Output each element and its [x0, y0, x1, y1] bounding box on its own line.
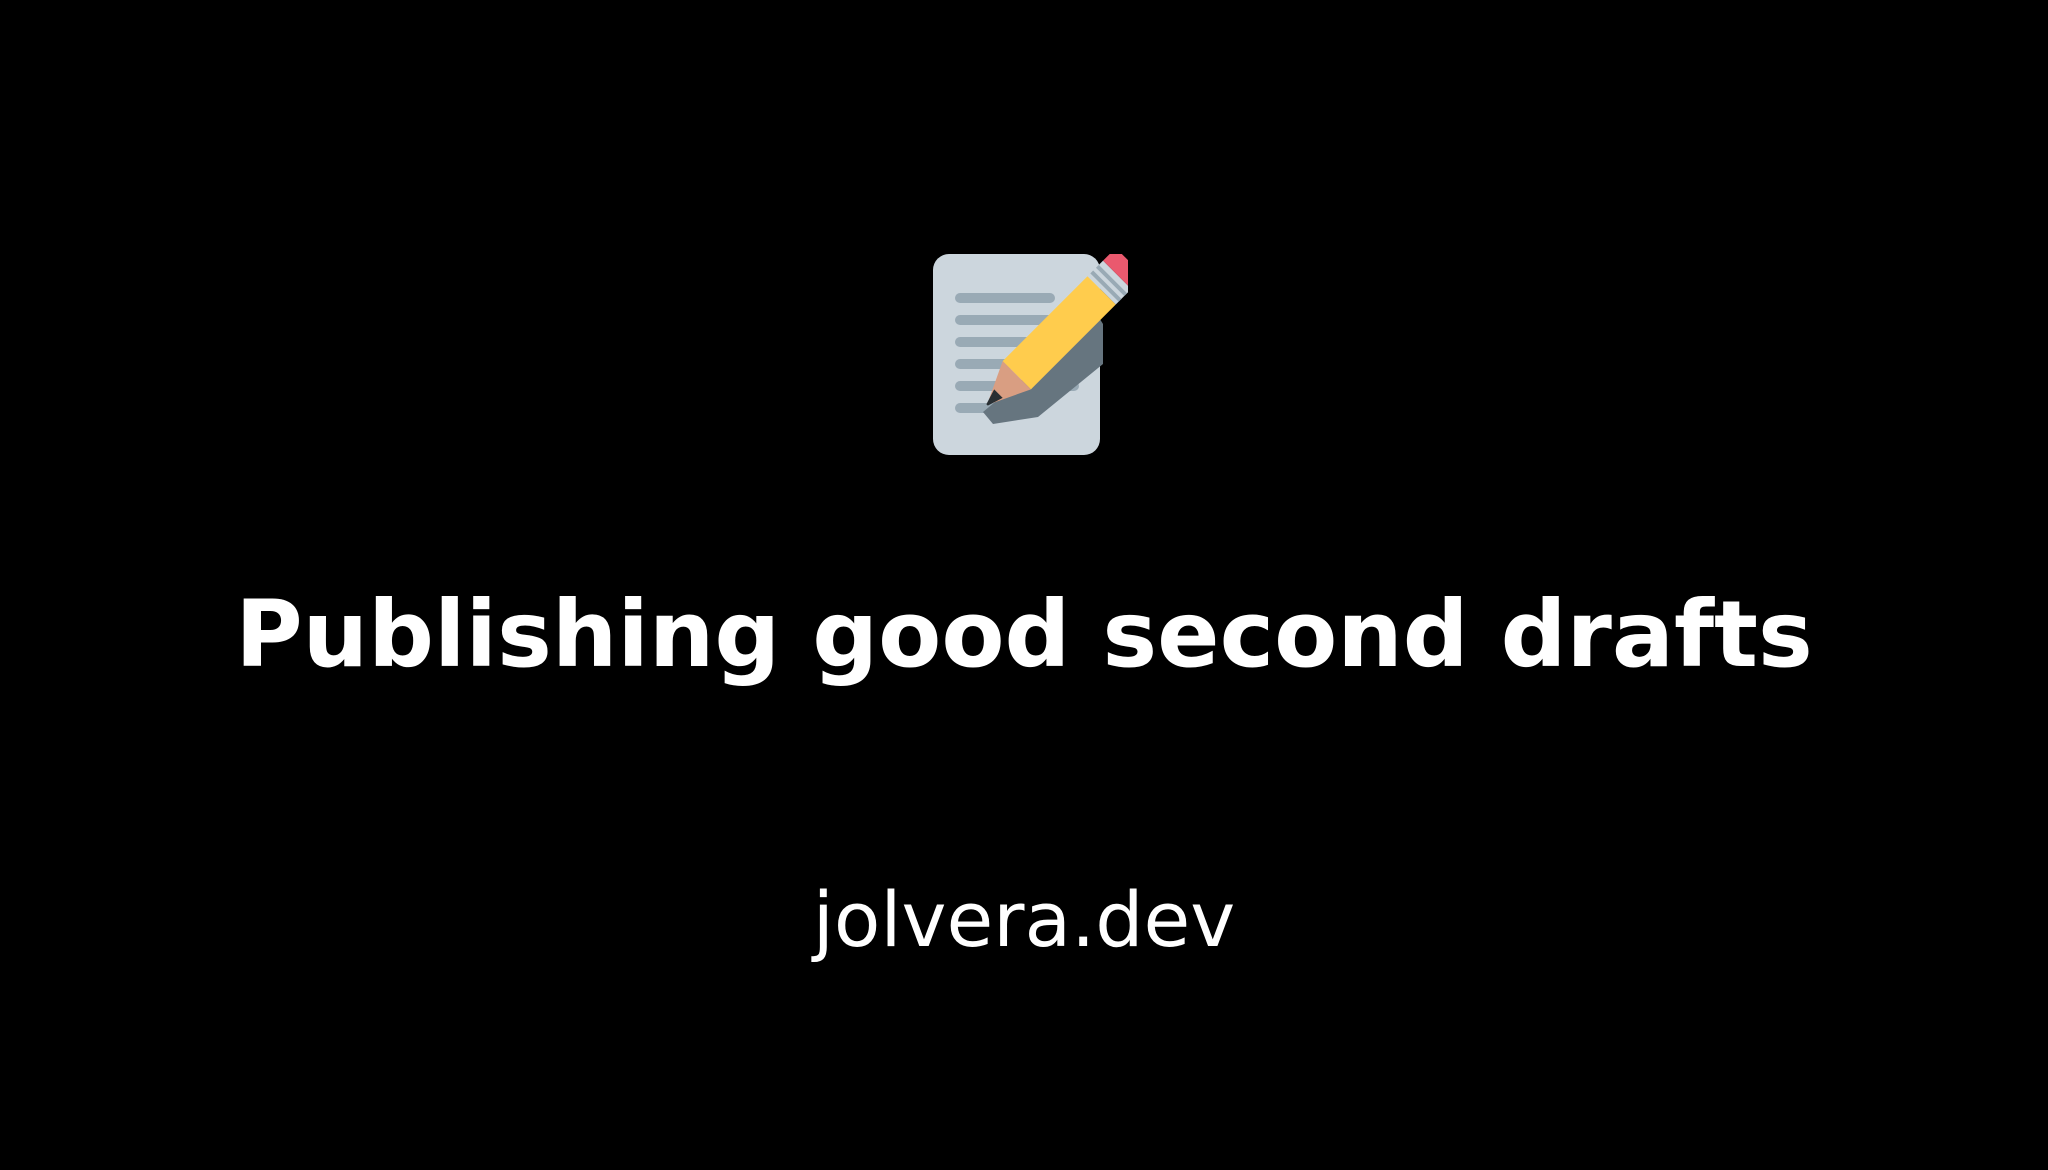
post-title: Publishing good second drafts: [235, 581, 1813, 688]
social-card: Publishing good second drafts jolvera.de…: [0, 0, 2048, 1170]
memo-icon: [933, 254, 1128, 458]
site-domain: jolvera.dev: [812, 875, 1236, 964]
